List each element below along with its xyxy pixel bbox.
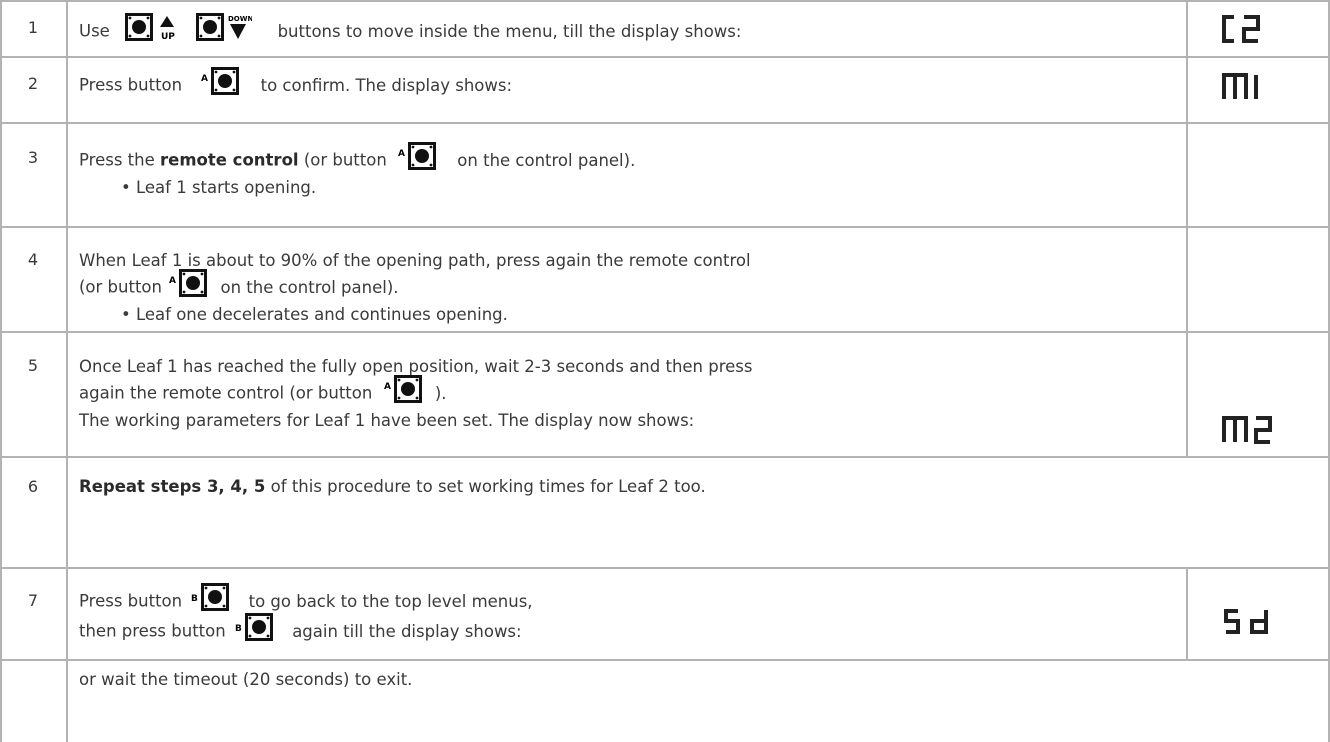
table-row-3: 3 Press the remote control (or button A … [0,124,1330,228]
step-number: 2 [27,74,39,93]
svg-text:B: B [235,624,242,634]
a-button-icon: A [398,142,440,172]
table-footer-row: or wait the timeout (20 seconds) to exit… [0,661,1330,742]
down-button-icon: DOWN [196,13,252,43]
step-text: Press button A to confirm. The display s… [79,67,512,101]
svg-text:B: B [191,594,198,604]
step-text: Press button B to go back to the top lev… [79,583,533,647]
table-row-1: 1 Use UP DOWN buttons to move inside the… [0,0,1330,58]
svg-text:A: A [169,276,176,286]
step-text: Use UP DOWN buttons to move inside the m… [79,13,742,42]
step-text: Press the remote control (or button A on… [79,142,635,200]
procedure-table: 1 Use UP DOWN buttons to move inside the… [0,0,1330,742]
step-number: 6 [27,477,39,496]
table-row-7: 7 Press button B to go back to the top l… [0,569,1330,661]
svg-text:DOWN: DOWN [228,15,252,23]
step-number: 3 [27,148,39,167]
left-border [0,0,2,742]
step-number: 4 [27,250,39,269]
display-column-divider [1186,569,1188,661]
table-row-2: 2 Press button A to confirm. The display… [0,58,1330,124]
bullet-item: • Leaf 1 starts opening. [121,178,317,197]
display-readout [1186,72,1330,102]
step-number: 7 [27,591,39,610]
display-m1-icon [1222,73,1258,99]
display-sd-icon [1224,609,1268,634]
step-text: Once Leaf 1 has reached the fully open p… [79,357,753,430]
display-readout [1186,14,1330,44]
svg-text:UP: UP [161,32,175,42]
table-row-5: 5 Once Leaf 1 has reached the fully open… [0,333,1330,458]
display-m2-icon [1222,416,1272,444]
display-readout [1186,415,1330,445]
display-readout [1186,607,1330,637]
bullet-item: • Leaf one decelerates and continues ope… [121,305,508,324]
number-column-divider [66,0,68,742]
up-button-icon: UP [125,13,177,43]
footer-text: or wait the timeout (20 seconds) to exit… [79,670,413,689]
svg-text:A: A [201,74,208,84]
a-button-icon: A [169,269,211,299]
step-text: When Leaf 1 is about to 90% of the openi… [79,249,751,327]
b-button-icon: B [191,583,233,613]
b-button-icon: B [235,613,277,643]
a-button-icon: A [384,375,426,405]
display-column-divider [1186,0,1188,458]
table-row-6: 6 Repeat steps 3, 4, 5 of this procedure… [0,458,1330,569]
table-row-4: 4 When Leaf 1 is about to 90% of the ope… [0,228,1330,333]
step-number: 5 [27,356,39,375]
svg-text:A: A [384,382,391,392]
step-text: Repeat steps 3, 4, 5 of this procedure t… [79,477,706,496]
a-button-icon: A [201,67,243,97]
svg-text:A: A [398,149,405,159]
step-number: 1 [27,18,39,37]
display-c2-icon [1222,15,1260,43]
